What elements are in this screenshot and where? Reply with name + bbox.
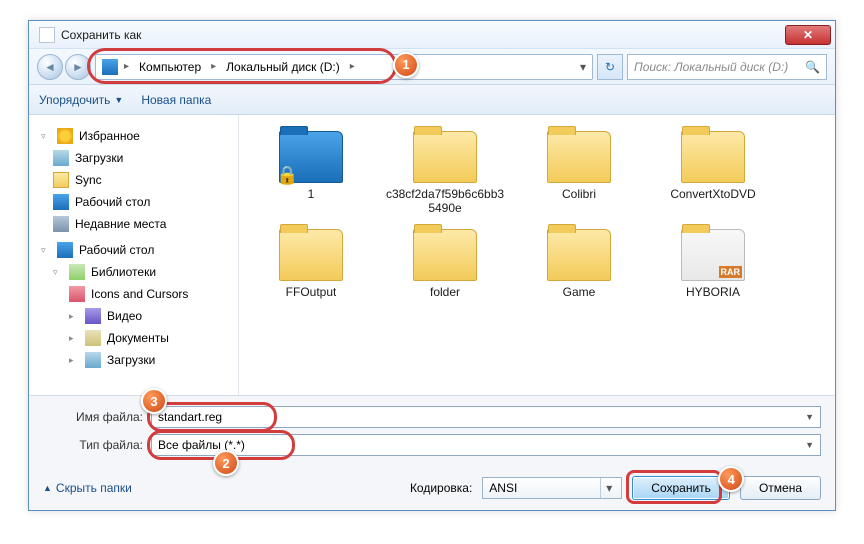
folder-icon bbox=[681, 229, 745, 281]
folder-icon bbox=[279, 131, 343, 183]
file-item[interactable]: c38cf2da7f59b6c6bb35490e bbox=[381, 127, 509, 219]
image-icon bbox=[69, 286, 85, 302]
download-icon bbox=[85, 352, 101, 368]
chevron-right-icon: ▸ bbox=[211, 61, 216, 72]
file-label: folder bbox=[430, 285, 460, 299]
sidebar-downloads-2[interactable]: ▸Загрузки bbox=[33, 349, 234, 371]
forward-button[interactable]: ► bbox=[65, 54, 91, 80]
folder-icon bbox=[279, 229, 343, 281]
folder-icon bbox=[547, 229, 611, 281]
save-as-dialog: Сохранить как ✕ ◄ ► ▸ Компьютер ▸ Локаль… bbox=[28, 20, 836, 511]
file-item[interactable]: folder bbox=[381, 225, 509, 303]
annotation-bubble-1: 1 bbox=[393, 52, 419, 78]
search-icon: 🔍 bbox=[805, 60, 820, 74]
annotation-bubble-2: 2 bbox=[213, 450, 239, 476]
footer: ▲Скрыть папки Кодировка: ANSI Сохранить … bbox=[29, 468, 835, 510]
cancel-button[interactable]: Отмена bbox=[740, 476, 821, 500]
file-item[interactable]: 1 bbox=[247, 127, 375, 219]
folder-icon bbox=[53, 172, 69, 188]
desktop-icon bbox=[57, 242, 73, 258]
chevron-down-icon[interactable]: ▼ bbox=[805, 440, 814, 450]
file-item[interactable]: ConvertXtoDVD bbox=[649, 127, 777, 219]
file-label: Game bbox=[563, 285, 596, 299]
filetype-select[interactable]: Все файлы (*.*) ▼ bbox=[151, 434, 821, 456]
sidebar-desktop[interactable]: Рабочий стол bbox=[33, 191, 234, 213]
hide-folders-button[interactable]: ▲Скрыть папки bbox=[43, 481, 132, 495]
recent-icon bbox=[53, 216, 69, 232]
folder-icon bbox=[413, 131, 477, 183]
filename-value: standart.reg bbox=[158, 410, 222, 424]
desktop-icon bbox=[53, 194, 69, 210]
file-label: ConvertXtoDVD bbox=[670, 187, 755, 201]
sidebar-downloads[interactable]: Загрузки bbox=[33, 147, 234, 169]
file-item[interactable]: FFOutput bbox=[247, 225, 375, 303]
folder-icon bbox=[547, 131, 611, 183]
fields-area: Имя файла: standart.reg ▼ 3 Тип файла: В… bbox=[29, 395, 835, 468]
search-input[interactable]: Поиск: Локальный диск (D:) 🔍 bbox=[627, 54, 827, 80]
folder-icon bbox=[413, 229, 477, 281]
chevron-right-icon: ▸ bbox=[350, 61, 355, 72]
filename-label: Имя файла: bbox=[43, 410, 143, 424]
file-item[interactable]: HYBORIA bbox=[649, 225, 777, 303]
annotation-bubble-3: 3 bbox=[141, 388, 167, 414]
file-label: Colibri bbox=[562, 187, 596, 201]
sidebar-icons-cursors[interactable]: Icons and Cursors bbox=[33, 283, 234, 305]
chevron-right-icon: ▸ bbox=[124, 61, 129, 72]
download-icon bbox=[53, 150, 69, 166]
libraries-icon bbox=[69, 264, 85, 280]
dialog-icon bbox=[39, 27, 55, 43]
address-bar[interactable]: ▸ Компьютер ▸ Локальный диск (D:) ▸ ▾ bbox=[95, 54, 593, 80]
filetype-label: Тип файла: bbox=[43, 438, 143, 452]
sidebar-libraries[interactable]: ▿Библиотеки bbox=[33, 261, 234, 283]
file-item[interactable]: Colibri bbox=[515, 127, 643, 219]
computer-icon bbox=[102, 59, 118, 75]
sidebar-video[interactable]: ▸Видео bbox=[33, 305, 234, 327]
toolbar: Упорядочить ▼ Новая папка bbox=[29, 85, 835, 115]
document-icon bbox=[85, 330, 101, 346]
filetype-value: Все файлы (*.*) bbox=[158, 438, 245, 452]
file-list: 1 c38cf2da7f59b6c6bb35490e Colibri ConvertX… bbox=[239, 115, 835, 395]
close-button[interactable]: ✕ bbox=[785, 25, 831, 45]
file-label: FFOutput bbox=[286, 285, 337, 299]
sidebar-documents[interactable]: ▸Документы bbox=[33, 327, 234, 349]
file-label: 1 bbox=[308, 187, 315, 201]
new-folder-button[interactable]: Новая папка bbox=[141, 93, 211, 107]
encoding-label: Кодировка: bbox=[410, 481, 472, 495]
sidebar-recent[interactable]: Недавние места bbox=[33, 213, 234, 235]
address-dropdown[interactable]: ▾ bbox=[580, 60, 586, 74]
file-label: c38cf2da7f59b6c6bb35490e bbox=[385, 187, 505, 215]
chevron-down-icon[interactable]: ▼ bbox=[805, 412, 814, 422]
search-placeholder: Поиск: Локальный диск (D:) bbox=[634, 60, 788, 74]
star-icon bbox=[57, 128, 73, 144]
file-item[interactable]: Game bbox=[515, 225, 643, 303]
filename-input[interactable]: standart.reg ▼ bbox=[151, 406, 821, 428]
back-button[interactable]: ◄ bbox=[37, 54, 63, 80]
window-title: Сохранить как bbox=[61, 28, 785, 42]
sidebar: ▿Избранное Загрузки Sync Рабочий стол Не… bbox=[29, 115, 239, 395]
encoding-select[interactable]: ANSI bbox=[482, 477, 622, 499]
breadcrumb-drive[interactable]: Локальный диск (D:) bbox=[222, 58, 344, 76]
sidebar-sync[interactable]: Sync bbox=[33, 169, 234, 191]
breadcrumb-computer[interactable]: Компьютер bbox=[135, 58, 205, 76]
titlebar: Сохранить как ✕ bbox=[29, 21, 835, 49]
video-icon bbox=[85, 308, 101, 324]
sidebar-favorites[interactable]: ▿Избранное bbox=[33, 125, 234, 147]
save-button[interactable]: Сохранить bbox=[632, 476, 730, 500]
sidebar-desktop-root[interactable]: ▿Рабочий стол bbox=[33, 239, 234, 261]
nav-row: ◄ ► ▸ Компьютер ▸ Локальный диск (D:) ▸ … bbox=[29, 49, 835, 85]
refresh-button[interactable]: ↻ bbox=[597, 54, 623, 80]
organize-button[interactable]: Упорядочить ▼ bbox=[39, 93, 123, 107]
file-label: HYBORIA bbox=[686, 285, 740, 299]
folder-icon bbox=[681, 131, 745, 183]
